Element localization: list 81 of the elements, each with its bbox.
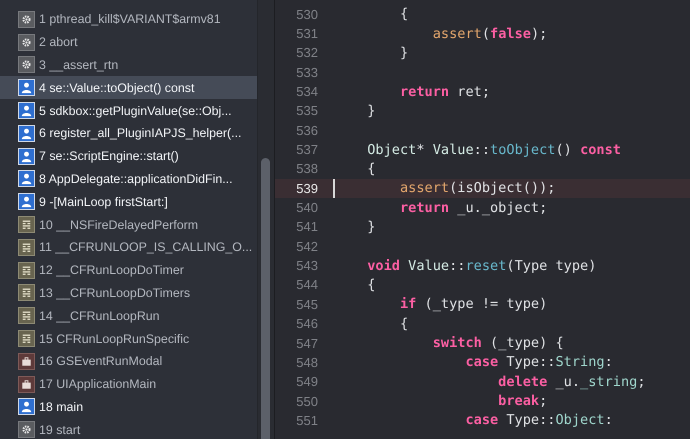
code-line: return ret; <box>398 84 490 100</box>
stack-frame[interactable]: 11 __CFRUNLOOP_IS_CALLING_O... <box>0 236 257 259</box>
line-number: 546 <box>295 316 318 332</box>
stack-frame[interactable]: 16 GSEventRunModal <box>0 350 257 373</box>
code-line: { <box>398 316 408 332</box>
stack-frame[interactable]: 2 abort <box>0 30 257 54</box>
gear-icon <box>18 56 35 74</box>
line-number: 550 <box>295 394 318 409</box>
gear-icon <box>18 34 35 51</box>
stack-frame[interactable]: 4 se::Value::toObject() const <box>0 76 257 100</box>
line-number: 549 <box>295 374 318 390</box>
line-number: 535 <box>295 103 318 118</box>
list-icon <box>18 330 35 348</box>
code-line: switch (_type) { <box>432 335 564 352</box>
line-number: 530 <box>295 6 318 22</box>
stack-frame[interactable]: 9 -[MainLoop firstStart:] <box>0 190 257 214</box>
line-number: 545 <box>295 296 318 312</box>
line-number: 534 <box>295 84 318 100</box>
stack-frame[interactable]: 19 start <box>0 418 257 439</box>
stack-frame[interactable]: 8 AppDelegate::applicationDidFin... <box>0 168 257 190</box>
code-line: { <box>366 276 376 293</box>
stack-frame[interactable]: 6 register_all_PluginIAPJS_helper(... <box>0 122 257 145</box>
code-line: delete _u._string; <box>497 374 646 390</box>
stack-frame[interactable]: 1 pthread_kill$VARIANT$armv81 <box>0 8 257 31</box>
person-icon <box>18 124 35 142</box>
line-number: 543 <box>295 258 318 274</box>
stack-frame[interactable]: 18 main <box>0 396 257 418</box>
stack-frame[interactable]: 15 CFRunLoopRunSpecific <box>0 327 257 350</box>
gear-icon <box>18 10 35 28</box>
code-line: return _u._object; <box>398 200 548 216</box>
briefcase-icon <box>18 376 35 393</box>
person-icon <box>18 398 35 416</box>
person-icon <box>18 79 35 96</box>
code-line: case Type::String: <box>464 354 613 370</box>
gear-icon <box>18 421 35 438</box>
line-number: 541 <box>295 219 318 234</box>
stack-frame[interactable]: 17 UIApplicationMain <box>0 372 257 396</box>
code-line: void Value::reset(Type type) <box>366 258 596 274</box>
line-number: 531 <box>295 26 318 42</box>
stack-frame[interactable]: 13 __CFRunLoopDoTimers <box>0 282 257 304</box>
stack-frame[interactable]: 7 se::ScriptEngine::start() <box>0 144 257 168</box>
code-line: assert(isObject()); <box>398 180 556 196</box>
list-icon <box>18 284 35 302</box>
code-line: case Type::Object: <box>464 412 613 428</box>
person-icon <box>18 148 35 165</box>
code-line: } <box>366 102 376 119</box>
line-number: 536 <box>295 122 318 138</box>
stack-frame[interactable]: 5 sdkbox::getPluginValue(se::Obj... <box>0 99 257 122</box>
line-number: 532 <box>295 45 318 60</box>
list-icon <box>18 216 35 234</box>
code-line: } <box>398 44 408 61</box>
code-line: if (_type != type) <box>398 296 548 312</box>
briefcase-icon <box>18 352 35 370</box>
code-line: } <box>366 218 376 235</box>
code-line: Object* Value::toObject() const <box>366 142 621 158</box>
line-number: 537 <box>295 142 318 158</box>
code-line: { <box>398 6 408 22</box>
line-number: 533 <box>295 64 318 80</box>
stack-frame[interactable]: 14 __CFRunLoopRun <box>0 304 257 328</box>
code-line: assert(false); <box>432 26 548 42</box>
person-icon <box>18 193 35 210</box>
line-number: 539 <box>295 180 318 196</box>
scrollbar-thumb[interactable] <box>261 158 270 439</box>
stack-frame[interactable]: 12 __CFRunLoopDoTimer <box>0 258 257 282</box>
line-number: 544 <box>295 277 318 292</box>
list-icon <box>18 307 35 324</box>
code-line: { <box>366 160 376 177</box>
stack-frame[interactable]: 10 __NSFireDelayedPerform <box>0 213 257 236</box>
line-number: 538 <box>295 161 318 176</box>
list-icon <box>18 238 35 256</box>
person-icon <box>18 102 35 120</box>
stack-frame[interactable]: 3 __assert_rtn <box>0 54 257 76</box>
line-number: 551 <box>295 412 318 428</box>
line-number: 548 <box>295 354 318 370</box>
person-icon <box>18 170 35 188</box>
line-number: 547 <box>295 336 318 351</box>
line-number: 542 <box>295 238 318 254</box>
code-line: break; <box>497 393 548 410</box>
text-cursor <box>333 178 334 198</box>
line-number: 540 <box>295 200 318 216</box>
list-icon <box>18 262 35 279</box>
